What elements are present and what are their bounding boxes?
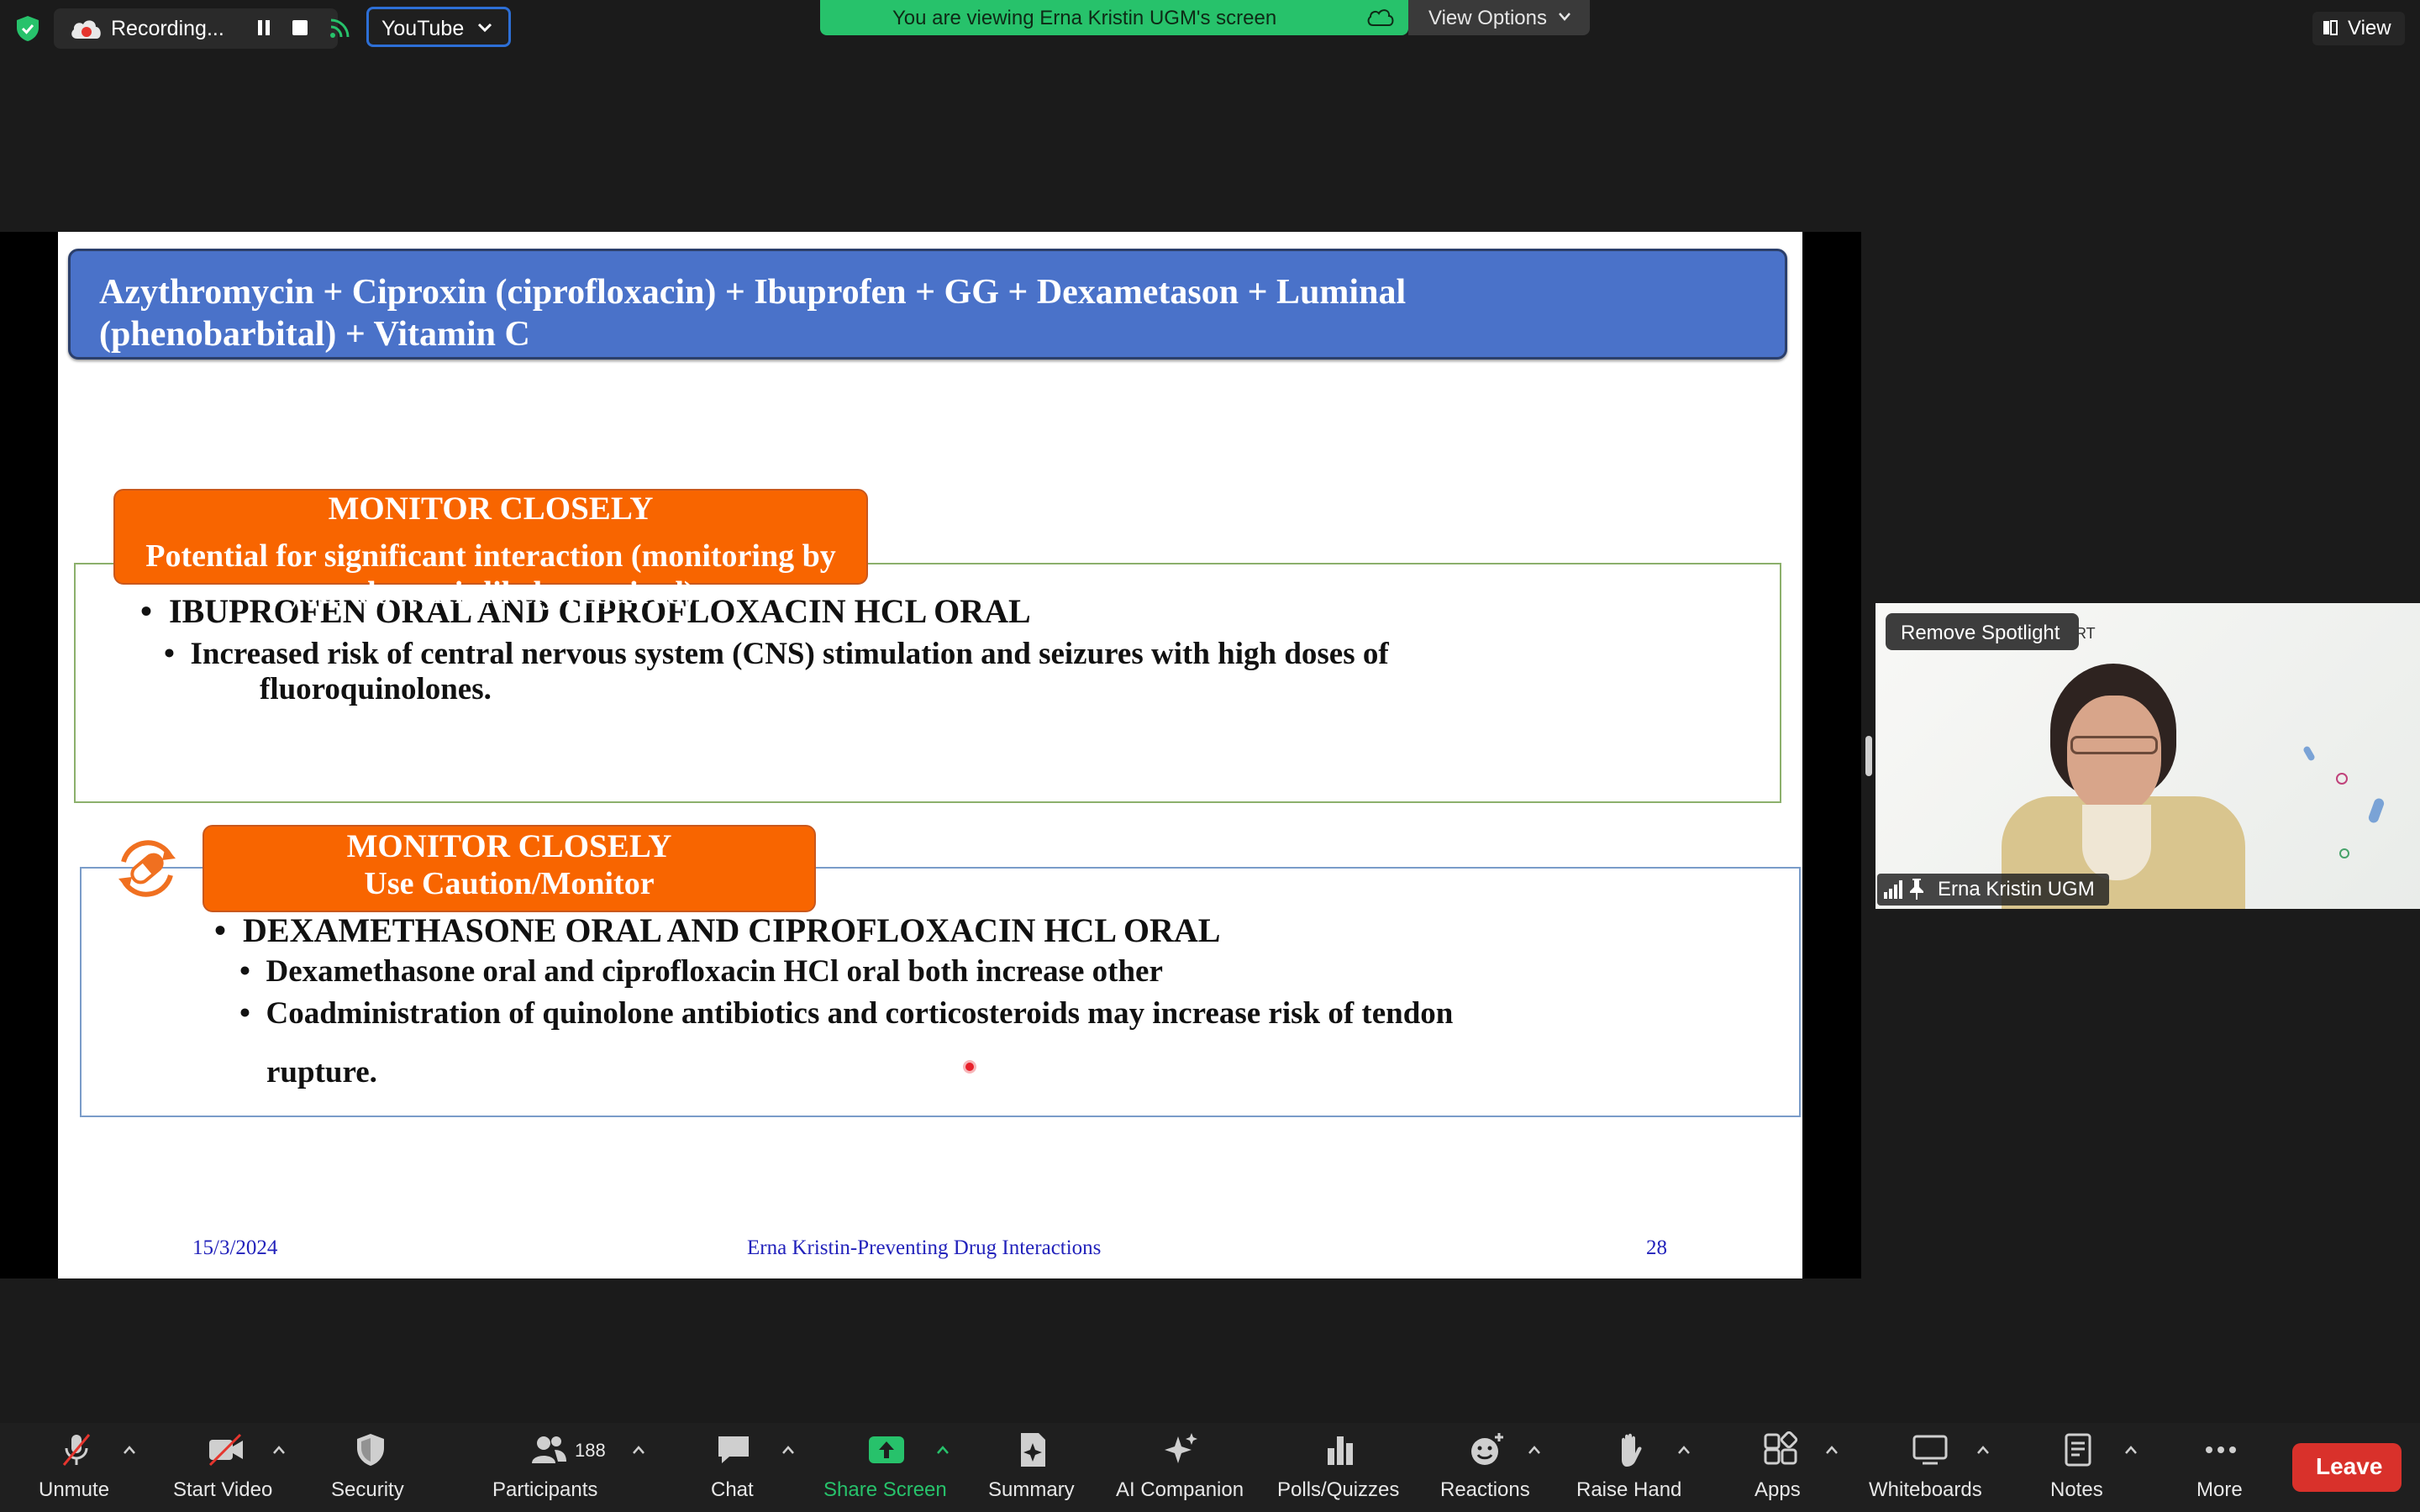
chevron-down-icon: [477, 23, 492, 33]
remove-spotlight-label: Remove Spotlight: [1901, 622, 2060, 644]
viewing-screen-text: You are viewing Erna Kristin UGM's scree…: [892, 7, 1277, 29]
participant-face: [2067, 696, 2161, 813]
stream-target-label: YouTube: [381, 17, 465, 40]
polls-quizzes-button[interactable]: Polls/Quizzes: [1277, 1478, 1399, 1502]
chevron-up-icon[interactable]: [272, 1445, 286, 1455]
slide-page-number: 28: [1646, 1236, 1667, 1259]
signal-strength-icon: [1884, 880, 1902, 899]
chevron-up-icon[interactable]: [123, 1445, 136, 1455]
whiteboard-icon[interactable]: [1911, 1431, 1949, 1468]
section-1-sub-bullet: • Increased risk of central nervous syst…: [164, 637, 1389, 671]
section-2-sub-bullet-2: • Coadministration of quinolone antibiot…: [239, 996, 1454, 1031]
more-button[interactable]: More: [2196, 1478, 2243, 1502]
cloud-icon: [1367, 9, 1394, 26]
chevron-up-icon[interactable]: [2124, 1445, 2138, 1455]
slide-title-line-2: (phenobarbital) + Vitamin C: [99, 315, 530, 354]
reactions-smiley-icon[interactable]: [1467, 1431, 1506, 1468]
monitor-closely-box-1-sub: Potential for significant interaction (m…: [113, 489, 868, 611]
participant-name: Erna Kristin UGM: [1938, 878, 2095, 900]
section-2-bullet: • DEXAMETHASONE ORAL AND CIPROFLOXACIN H…: [214, 911, 1221, 949]
share-screen-button[interactable]: Share Screen: [823, 1478, 947, 1502]
section-2-bullet-text: DEXAMETHASONE ORAL AND CIPROFLOXACIN HCL…: [243, 911, 1221, 949]
chat-bubble-icon[interactable]: [714, 1431, 753, 1468]
security-button[interactable]: Security: [331, 1478, 404, 1502]
section-2-sub-bullet-2-continued: rupture.: [266, 1055, 377, 1089]
security-shield-icon[interactable]: [351, 1431, 390, 1468]
section-1-sub-bullet-continued: fluoroquinolones.: [260, 672, 492, 706]
notes-icon[interactable]: [2059, 1431, 2097, 1468]
unmute-button[interactable]: Unmute: [39, 1478, 109, 1502]
spotlight-pin-icon: [1910, 879, 1923, 900]
chevron-down-icon: [1559, 13, 1570, 21]
participant-glasses: [2070, 736, 2158, 754]
share-screen-icon[interactable]: [867, 1431, 906, 1468]
encryption-shield-icon[interactable]: [15, 15, 40, 42]
section-2-sub-bullet-1-text: Dexamethasone oral and ciprofloxacin HCl…: [266, 954, 1163, 989]
section-2-subheader: Use Caution/Monitor: [364, 866, 655, 901]
slide-title-box: Azythromycin + Ciproxin (ciprofloxacin) …: [68, 249, 1787, 360]
view-options-label: View Options: [1428, 7, 1547, 29]
slide-title-line-1: Azythromycin + Ciproxin (ciprofloxacin) …: [99, 273, 1407, 312]
microphone-muted-icon[interactable]: [57, 1431, 96, 1468]
participants-icon[interactable]: [529, 1431, 568, 1468]
view-label: View: [2348, 17, 2391, 39]
chevron-up-icon[interactable]: [781, 1445, 795, 1455]
slide-title: Azythromycin + Ciproxin (ciprofloxacin) …: [99, 271, 1696, 355]
participant-collar: [2082, 805, 2151, 880]
section-2-header: MONITOR CLOSELY: [346, 828, 672, 864]
circle-decoration: [2336, 773, 2348, 785]
summary-button[interactable]: Summary: [988, 1478, 1075, 1502]
chevron-up-icon[interactable]: [1976, 1445, 1990, 1455]
participants-button[interactable]: Participants: [492, 1478, 597, 1502]
video-off-icon[interactable]: [207, 1431, 245, 1468]
chat-button[interactable]: Chat: [711, 1478, 754, 1502]
slide-footer-date: 15/3/2024: [192, 1236, 278, 1259]
notes-button[interactable]: Notes: [2050, 1478, 2103, 1502]
polls-bar-chart-icon[interactable]: [1321, 1431, 1360, 1468]
chevron-up-icon[interactable]: [1825, 1445, 1839, 1455]
summary-document-icon[interactable]: [1013, 1431, 1052, 1468]
raise-hand-icon[interactable]: [1610, 1431, 1649, 1468]
start-video-button[interactable]: Start Video: [173, 1478, 272, 1502]
cloud-recording-icon: [71, 20, 101, 39]
chevron-up-icon[interactable]: [936, 1445, 950, 1455]
laser-pointer: [963, 1060, 976, 1074]
leave-label: Leave: [2316, 1453, 2383, 1479]
section-1-sub-bullet-line-1: Increased risk of central nervous system…: [190, 637, 1389, 671]
apps-grid-icon[interactable]: [1761, 1431, 1800, 1468]
layout-icon: [2323, 20, 2338, 35]
ai-companion-sparkle-icon[interactable]: [1161, 1431, 1200, 1468]
reactions-button[interactable]: Reactions: [1440, 1478, 1530, 1502]
apps-button[interactable]: Apps: [1754, 1478, 1801, 1502]
whiteboards-button[interactable]: Whiteboards: [1869, 1478, 1982, 1502]
live-stream-icon[interactable]: [328, 15, 353, 40]
section-2-sub-bullet-2-line-1: Coadministration of quinolone antibiotic…: [266, 996, 1454, 1031]
section-1-subheader: Potential for significant interaction (m…: [145, 538, 836, 611]
chevron-up-icon[interactable]: [1528, 1445, 1541, 1455]
participants-count: 188: [575, 1440, 606, 1461]
panel-resize-handle[interactable]: [1865, 736, 1872, 776]
pause-recording-icon[interactable]: [257, 18, 271, 37]
drug-cycle-icon: [118, 840, 176, 897]
ai-companion-button[interactable]: AI Companion: [1116, 1478, 1244, 1502]
recording-label: Recording...: [111, 17, 224, 40]
more-dots-icon[interactable]: [2202, 1431, 2240, 1468]
presentation-slide: Azythromycin + Ciproxin (ciprofloxacin) …: [58, 232, 1802, 1278]
chevron-up-icon[interactable]: [1677, 1445, 1691, 1455]
chevron-up-icon[interactable]: [632, 1445, 645, 1455]
raise-hand-button[interactable]: Raise Hand: [1576, 1478, 1681, 1502]
slide-footer-title: Erna Kristin-Preventing Drug Interaction…: [747, 1236, 1102, 1259]
circle-decoration: [2339, 848, 2349, 858]
section-2-sub-bullet-1: • Dexamethasone oral and ciprofloxacin H…: [239, 954, 1163, 989]
stop-recording-icon[interactable]: [292, 20, 308, 35]
